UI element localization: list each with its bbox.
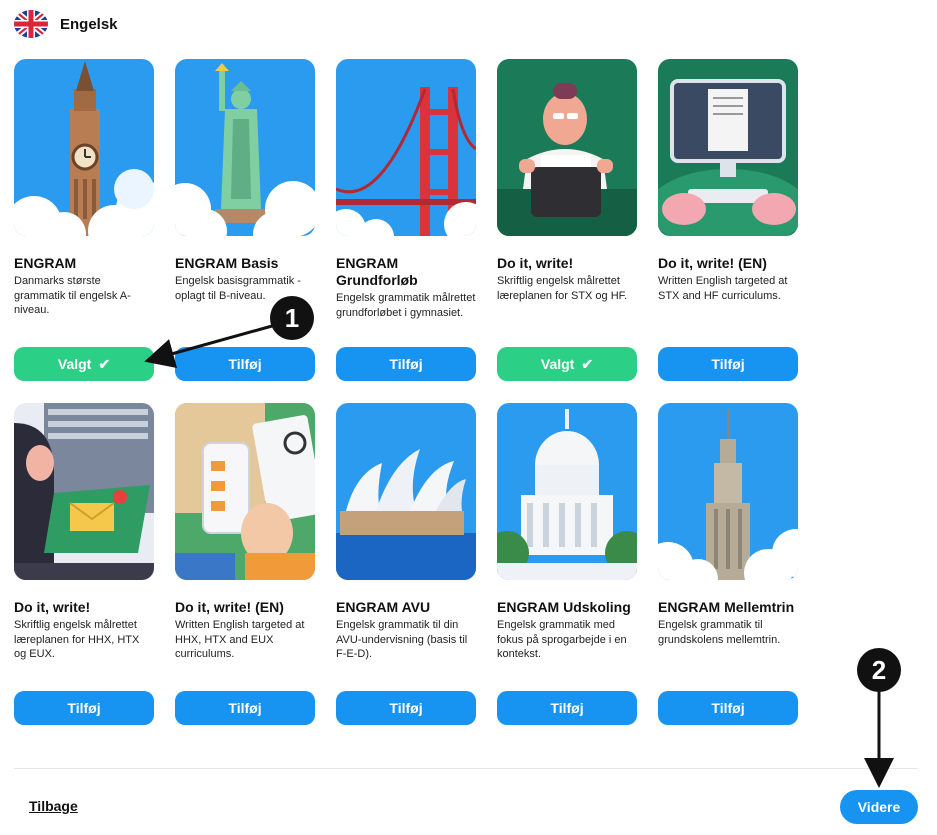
uk-flag-icon — [14, 10, 48, 38]
typewriter-man-illustration — [497, 59, 637, 236]
product-card-engram-basis: ENGRAM Basis Engelsk basisgrammatik - op… — [175, 59, 315, 303]
footer-divider — [14, 768, 918, 769]
add-button-engram-grundforloeb[interactable]: Tilføj — [336, 347, 476, 381]
product-description: Skriftlig engelsk målrettet læreplanen f… — [497, 275, 628, 302]
add-button-engram-basis[interactable]: Tilføj — [175, 347, 315, 381]
product-description: Engelsk grammatik til grundskolens melle… — [658, 619, 781, 646]
next-button[interactable]: Videre — [840, 790, 918, 824]
big-ben-illustration — [14, 59, 154, 236]
product-description: Skriftlig engelsk målrettet læreplanen f… — [14, 619, 140, 660]
sydney-opera-house-illustration — [336, 403, 476, 580]
product-title: Do it, write! — [14, 599, 91, 615]
selected-button-do-it-write-stx[interactable]: Valgt ✔ — [497, 347, 637, 381]
product-description: Engelsk grammatik målrettet grundforløbe… — [336, 292, 476, 319]
add-button-engram-avu[interactable]: Tilføj — [336, 691, 476, 725]
phone-hand-illustration — [175, 403, 315, 580]
back-link[interactable]: Tilbage — [29, 798, 78, 814]
product-card-engram-udskoling: ENGRAM Udskoling Engelsk grammatik med f… — [497, 403, 637, 662]
empire-state-building-illustration — [658, 403, 798, 580]
product-card-engram-avu: ENGRAM AVU Engelsk grammatik til din AVU… — [336, 403, 476, 662]
product-title: Do it, write! (EN) — [175, 599, 284, 615]
page-title: Engelsk — [60, 15, 118, 33]
checkmark-icon: ✔ — [581, 355, 594, 372]
product-title: ENGRAM — [14, 255, 77, 271]
product-description: Danmarks største grammatik til engelsk A… — [14, 275, 131, 316]
product-title: ENGRAM Mellemtrin — [658, 599, 795, 615]
product-card-engram-mellemtrin: ENGRAM Mellemtrin Engelsk grammatik til … — [658, 403, 798, 647]
product-title: ENGRAM Basis — [175, 255, 279, 271]
product-title: ENGRAM AVU — [336, 599, 431, 615]
product-description: Written English targeted at STX and HF c… — [658, 275, 788, 302]
product-card-engram: ENGRAM Danmarks største grammatik til en… — [14, 59, 154, 318]
product-title: Do it, write! (EN) — [658, 255, 767, 271]
add-button-engram-udskoling[interactable]: Tilføj — [497, 691, 637, 725]
statue-of-liberty-illustration — [175, 59, 315, 236]
woman-laptop-illustration — [14, 403, 154, 580]
selected-button-engram[interactable]: Valgt ✔ — [14, 347, 154, 381]
product-description: Engelsk grammatik til din AVU-undervisni… — [336, 619, 468, 660]
product-card-do-it-write-en-hhx: Do it, write! (EN) Written English targe… — [175, 403, 315, 662]
product-title: ENGRAM Grundforløb — [336, 255, 418, 288]
us-capitol-illustration — [497, 403, 637, 580]
product-card-do-it-write-hhx: Do it, write! Skriftlig engelsk målrette… — [14, 403, 154, 662]
product-card-do-it-write-stx: Do it, write! Skriftlig engelsk målrette… — [497, 59, 637, 303]
add-button-do-it-write-en-hhx[interactable]: Tilføj — [175, 691, 315, 725]
annotation-marker-2: 2 — [857, 648, 901, 692]
page-header: Engelsk — [14, 10, 118, 38]
checkmark-icon: ✔ — [98, 355, 111, 372]
product-card-engram-grundforloeb: ENGRAM Grundforløb Engelsk grammatik mål… — [336, 59, 476, 320]
golden-gate-bridge-illustration — [336, 59, 476, 236]
product-description: Engelsk grammatik med fokus på sprogarbe… — [497, 619, 627, 660]
add-button-do-it-write-hhx[interactable]: Tilføj — [14, 691, 154, 725]
annotation-marker-1: 1 — [270, 296, 314, 340]
computer-hands-illustration — [658, 59, 798, 236]
product-title: Do it, write! — [497, 255, 574, 271]
product-card-do-it-write-en-stx: Do it, write! (EN) Written English targe… — [658, 59, 798, 303]
add-button-engram-mellemtrin[interactable]: Tilføj — [658, 691, 798, 725]
product-description: Written English targeted at HHX, HTX and… — [175, 619, 305, 660]
add-button-do-it-write-en-stx[interactable]: Tilføj — [658, 347, 798, 381]
product-title: ENGRAM Udskoling — [497, 599, 631, 615]
